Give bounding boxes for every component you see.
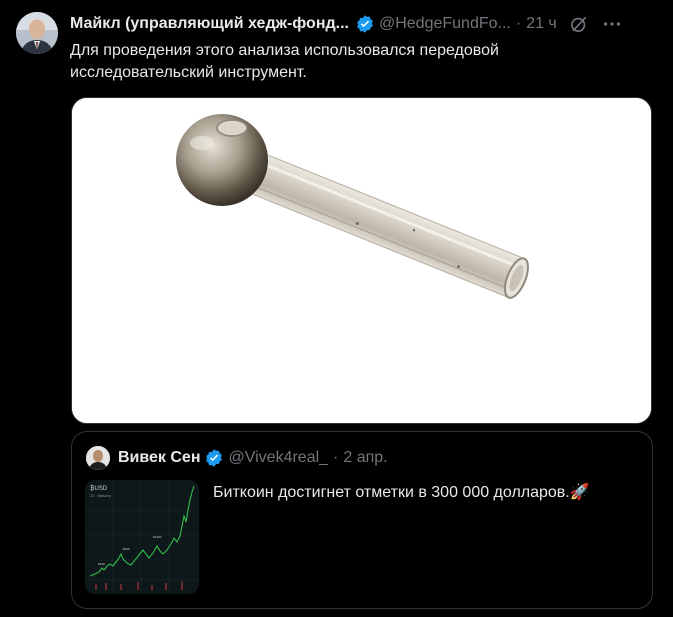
quote-author-avatar[interactable]: [86, 446, 110, 470]
separator-dot: ·: [515, 15, 522, 32]
tweet[interactable]: Майкл (управляющий хедж-фонд... @HedgeFu…: [0, 0, 673, 617]
tweet-text: Для проведения этого анализа использовал…: [70, 42, 499, 81]
separator-dot: ·: [333, 449, 339, 466]
rocket-emoji-icon: 🚀: [569, 484, 590, 501]
quote-author-display-name[interactable]: Вивек Сен: [118, 449, 200, 467]
thumb-chart-subtitle: 1D · Bitstamp: [90, 494, 111, 498]
quote-text: Биткоин достигнет отметки в 300 000 долл…: [213, 482, 590, 504]
tweet-timestamp[interactable]: 21 ч: [526, 15, 557, 33]
tweet-media-image[interactable]: [71, 97, 652, 424]
grok-icon[interactable]: [569, 14, 589, 34]
author-display-name[interactable]: Майкл (управляющий хедж-фонд...: [70, 15, 349, 33]
verified-badge-icon: [357, 15, 373, 33]
svg-text:$10K: $10K: [98, 562, 105, 566]
verified-badge-icon: [206, 449, 223, 467]
author-avatar[interactable]: [16, 12, 58, 54]
quote-author-handle[interactable]: @Vivek4real_: [228, 449, 328, 467]
quote-text-body: Биткоин достигнет отметки в 300 000 долл…: [213, 484, 570, 501]
author-handle[interactable]: @HedgeFundFo...: [379, 15, 511, 33]
svg-text:$60K: $60K: [123, 547, 130, 551]
tweet-header: Майкл (управляющий хедж-фонд... @HedgeFu…: [70, 12, 660, 36]
quoted-tweet[interactable]: Вивек Сен @Vivek4real_ · 2 апр. ₿USD 1D …: [71, 431, 653, 609]
quote-chart-thumbnail[interactable]: ₿USD 1D · Bitstamp $10K $60K $120K: [85, 480, 199, 594]
more-options-icon[interactable]: [601, 13, 623, 35]
quote-timestamp[interactable]: 2 апр.: [343, 449, 387, 467]
thumb-chart-title: ₿USD: [90, 485, 108, 492]
svg-text:$120K: $120K: [153, 535, 162, 539]
quote-header: Вивек Сен @Vivek4real_ · 2 апр.: [118, 447, 388, 469]
